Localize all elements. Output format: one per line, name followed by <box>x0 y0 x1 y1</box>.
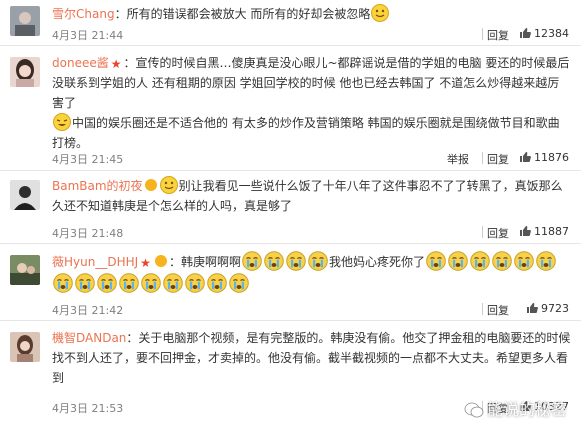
report-button[interactable]: 举报 <box>447 151 469 167</box>
smile-emoji-icon <box>159 176 178 194</box>
cry-emoji-icon <box>97 273 117 293</box>
comment-time: 4月3日 21:42 <box>52 304 124 317</box>
comment-text: ：关于电脑那个视频，是有完整版的。韩庚没有偷。他交了押金租的电脑要还的时候找不到… <box>52 331 571 385</box>
reply-button[interactable]: 回复 <box>487 151 509 167</box>
vip-badge-icon <box>154 255 167 267</box>
comment-username[interactable]: 薇Hyun__DHHJ <box>52 255 138 269</box>
cry-emoji-icon <box>141 273 161 293</box>
reply-button[interactable]: 回复 <box>487 27 509 43</box>
comment-username[interactable]: doneee酱 <box>52 56 109 70</box>
comment-time: 4月3日 21:48 <box>52 227 124 240</box>
cry-emoji-icon <box>448 251 468 271</box>
cry-emoji-icon <box>75 273 95 293</box>
comment-username[interactable]: BamBam的初夜 <box>52 179 143 193</box>
like-count: 11887 <box>534 225 569 238</box>
cry-emoji-icon <box>426 251 446 271</box>
like-button[interactable]: 11887 <box>519 225 569 238</box>
avatar[interactable] <box>10 332 40 362</box>
reply-button[interactable]: 回复 <box>487 302 509 318</box>
comment-item: doneee酱 ★ ：宣传的时候自黑…傻庚真是没心眼儿~都辟谣说是借的学姐的电脑 要… <box>0 47 581 171</box>
comment-item: 雪尔Chang：所有的错误都会被放大 而所有的好却会被忽略 4月3日 21:44… <box>0 0 581 46</box>
like-button[interactable]: 12384 <box>519 27 569 40</box>
comment-text: ：所有的错误都会被放大 而所有的好却会被忽略 <box>114 7 371 21</box>
like-count: 12384 <box>534 27 569 40</box>
comment-text: 中国的娱乐圈还是不适合他的 有太多的炒作及营销策略 韩国的娱乐圈就是围绕做节目和… <box>52 116 560 150</box>
cry-emoji-icon <box>492 251 512 271</box>
avatar[interactable] <box>10 57 40 87</box>
like-count: 9723 <box>541 302 569 315</box>
vip-badge-icon <box>144 179 157 191</box>
cry-emoji-icon <box>264 251 284 271</box>
star-badge-icon: ★ <box>140 256 151 270</box>
cry-emoji-group <box>241 251 329 271</box>
cry-emoji-icon <box>308 251 328 271</box>
cry-emoji-icon <box>470 251 490 271</box>
cry-emoji-icon <box>242 251 262 271</box>
thumbs-up-icon <box>527 303 538 313</box>
cry-emoji-icon <box>53 273 73 293</box>
comment-text: 我他妈心疼死你了 <box>328 255 425 269</box>
comment-time: 4月3日 21:44 <box>52 29 124 42</box>
comment-text: ：韩庚啊啊啊 <box>168 255 241 269</box>
watermark: 能说的秘密 <box>464 396 567 420</box>
avatar[interactable] <box>10 6 40 36</box>
comment-time: 4月3日 21:53 <box>52 402 124 415</box>
reply-button[interactable]: 回复 <box>487 225 509 241</box>
cry-emoji-icon <box>229 273 249 293</box>
thumbs-up-icon <box>520 152 531 162</box>
star-badge-icon: ★ <box>110 57 122 71</box>
comment-text: ：宣传的时候自黑…傻庚真是没心眼儿~都辟谣说是借的学姐的电脑 要还的时候最后没联… <box>52 56 570 110</box>
divider <box>482 303 483 315</box>
comment-username[interactable]: 雪尔Chang <box>52 7 115 21</box>
smile-emoji-icon <box>371 4 390 22</box>
cry-emoji-icon <box>163 273 183 293</box>
avatar[interactable] <box>10 255 40 285</box>
cry-emoji-icon <box>185 273 205 293</box>
cry-emoji-icon <box>207 273 227 293</box>
like-count: 11876 <box>534 151 569 164</box>
cry-emoji-icon <box>286 251 306 271</box>
thumbs-up-icon <box>520 28 531 38</box>
divider <box>482 226 483 238</box>
comment-username[interactable]: 機智DANDan <box>52 331 126 345</box>
comment-time: 4月3日 21:45 <box>52 153 124 166</box>
cry-emoji-icon <box>119 273 139 293</box>
like-button[interactable]: 11876 <box>519 151 569 164</box>
wechat-icon <box>464 402 484 418</box>
cry-emoji-icon <box>536 251 556 271</box>
comment-item: BamBam的初夜 别让我看见一些说什么饭了十年八年了这件事忍不了了转黑了，真饭那… <box>0 172 581 244</box>
divider <box>482 152 483 164</box>
like-button[interactable]: 9723 <box>526 302 569 315</box>
watermark-text: 能说的秘密 <box>486 400 567 419</box>
divider <box>482 28 483 40</box>
comment-item: 薇Hyun__DHHJ ★ ：韩庚啊啊啊 我他妈心疼死你了 4月3日 21:42 回复… <box>0 245 581 321</box>
cry-emoji-icon <box>514 251 534 271</box>
avatar[interactable] <box>10 180 40 210</box>
thumbs-up-icon <box>520 226 531 236</box>
smile-emoji-icon <box>53 113 71 131</box>
